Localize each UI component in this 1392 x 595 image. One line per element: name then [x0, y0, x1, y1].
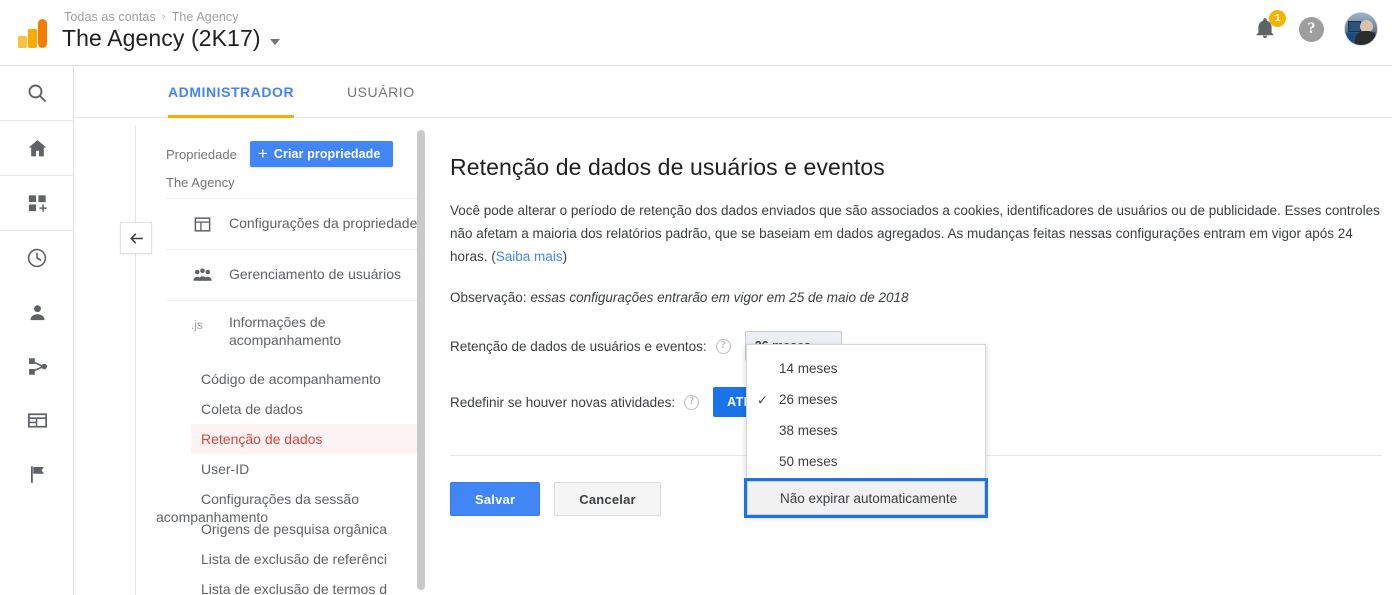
dropdown-option-38-meses[interactable]: 38 meses: [747, 415, 985, 446]
sub-item-data-collection[interactable]: Coleta de dados: [191, 394, 425, 424]
sidebar-item-audience[interactable]: [0, 285, 74, 339]
tracking-sub-menu: Código de acompanhamento Coleta de dados…: [191, 364, 425, 595]
top-bar: Todas as contas › The Agency The Agency …: [0, 0, 1392, 66]
dropdown-option-50-meses-label: 50 meses: [779, 454, 838, 469]
breadcrumb-current-account[interactable]: The Agency: [172, 10, 239, 24]
breadcrumb: Todas as contas › The Agency: [64, 10, 239, 24]
account-title[interactable]: The Agency (2K17): [62, 25, 280, 52]
plus-icon: +: [257, 144, 268, 163]
tab-usuario[interactable]: USUÁRIO: [347, 66, 415, 118]
sidebar-item-customization[interactable]: [0, 176, 74, 230]
js-icon: .js: [191, 314, 213, 336]
observation-label: Observação:: [450, 290, 527, 305]
sidebar-item-conversions[interactable]: [0, 447, 74, 501]
sub-item-session-settings[interactable]: Configurações da sessão: [191, 484, 425, 514]
sidebar-item-acquisition[interactable]: [0, 339, 74, 393]
top-bar-actions: 1 ?: [1253, 10, 1378, 46]
table-card-icon: [27, 412, 47, 428]
sidebar-item-search[interactable]: [0, 66, 74, 120]
notification-count-badge: 1: [1269, 10, 1286, 27]
property-panel: Propriedade + Criar propriedade The Agen…: [135, 126, 425, 595]
help-circle-icon[interactable]: ?: [715, 338, 731, 354]
help-icon-glyph: ?: [1307, 20, 1316, 37]
property-menu-item-user-management[interactable]: Gerenciamento de usuários: [166, 249, 425, 300]
check-icon: ✓: [757, 392, 768, 407]
chevron-down-icon: [269, 38, 280, 45]
property-menu-item-settings[interactable]: Configurações da propriedade: [166, 198, 425, 249]
page-title: Retenção de dados de usuários e eventos: [450, 154, 885, 180]
left-icon-rail: [0, 66, 74, 595]
dropdown-option-14-meses[interactable]: 14 meses: [747, 353, 985, 384]
sidebar-item-behavior[interactable]: [0, 393, 74, 447]
google-analytics-admin-page: Todas as contas › The Agency The Agency …: [0, 0, 1392, 595]
observation-note: Observação: essas configurações entrarão…: [450, 290, 1385, 305]
description-text: Você pode alterar o período de retenção …: [450, 203, 1380, 264]
dashboard-add-icon: [28, 194, 47, 212]
observation-text: essas configurações entrarão em vigor em…: [530, 290, 909, 305]
description-tail: ): [562, 249, 568, 264]
tab-administrador-label: ADMINISTRADOR: [168, 84, 295, 100]
dropdown-option-nao-expirar-automaticamente[interactable]: Não expirar automaticamente: [744, 478, 988, 518]
collapse-panel-back-button[interactable]: [120, 222, 152, 254]
dropdown-option-50-meses[interactable]: 50 meses: [747, 446, 985, 477]
sub-item-search-term-exclusion-list[interactable]: Lista de exclusão de termos d pesquisa: [191, 574, 401, 595]
sub-item-organic-search-sources[interactable]: Origens de pesquisa orgânica: [191, 514, 425, 544]
property-menu-item-tracking-info[interactable]: .js Informações de acompanhamento: [166, 300, 425, 352]
sub-item-referral-exclusion-list[interactable]: Lista de exclusão de referênci: [191, 544, 425, 574]
create-property-label: Criar propriedade: [273, 147, 381, 161]
create-property-button[interactable]: + Criar propriedade: [249, 141, 394, 167]
home-icon: [28, 139, 46, 156]
cancel-button[interactable]: Cancelar: [554, 482, 661, 516]
property-header: Propriedade + Criar propriedade: [166, 141, 394, 167]
dropdown-option-14-meses-label: 14 meses: [779, 361, 838, 376]
property-menu-item-user-management-label: Gerenciamento de usuários: [229, 266, 401, 283]
breadcrumb-separator-icon: ›: [161, 11, 166, 23]
retention-dropdown-menu: 14 meses ✓ 26 meses 38 meses 50 meses Nã…: [744, 344, 988, 518]
dropdown-option-nao-expirar-label: Não expirar automaticamente: [780, 490, 958, 506]
users-group-icon: [191, 264, 213, 286]
tab-bar: ADMINISTRADOR USUÁRIO: [75, 66, 1392, 118]
dropdown-option-26-meses-label: 26 meses: [779, 392, 838, 407]
retention-field-label: Retenção de dados de usuários e eventos:: [450, 338, 707, 354]
breadcrumb-all-accounts[interactable]: Todas as contas: [64, 10, 156, 24]
svg-text:.js: .js: [191, 318, 203, 332]
person-icon: [29, 304, 45, 320]
flag-icon: [30, 465, 44, 483]
sidebar-item-realtime[interactable]: [0, 231, 74, 285]
tab-usuario-label: USUÁRIO: [347, 84, 415, 100]
share-nodes-icon: [28, 357, 47, 375]
description-paragraph: Você pode alterar o período de retenção …: [450, 199, 1382, 268]
property-name: The Agency: [166, 175, 235, 190]
avatar[interactable]: [1344, 12, 1378, 46]
property-panel-scrollbar[interactable]: [417, 130, 425, 590]
property-menu: Configurações da propriedade Gerenciamen…: [166, 198, 425, 352]
google-analytics-logo[interactable]: [16, 16, 52, 50]
search-icon: [28, 84, 46, 102]
account-title-text: The Agency (2K17): [62, 25, 261, 51]
dropdown-option-38-meses-label: 38 meses: [779, 423, 838, 438]
clock-icon: [27, 248, 47, 268]
sub-item-data-retention[interactable]: Retenção de dados: [191, 424, 425, 454]
arrow-left-icon: [129, 232, 143, 244]
property-menu-item-tracking-info-label: Informações de acompanhamento: [229, 314, 342, 348]
sidebar-item-home[interactable]: [0, 121, 74, 175]
help-button[interactable]: ?: [1299, 16, 1324, 42]
notifications-button[interactable]: 1: [1253, 10, 1286, 43]
property-settings-icon: [191, 213, 213, 235]
learn-more-link[interactable]: Saiba mais: [496, 249, 563, 264]
tab-administrador[interactable]: ADMINISTRADOR: [168, 66, 295, 118]
dropdown-option-26-meses[interactable]: ✓ 26 meses: [747, 384, 985, 415]
sub-item-user-id[interactable]: User-ID: [191, 454, 425, 484]
reset-field-label: Redefinir se houver novas atividades:: [450, 394, 676, 410]
save-button[interactable]: Salvar: [450, 482, 541, 516]
sub-item-tracking-code[interactable]: Código de acompanhamento: [191, 364, 425, 394]
help-circle-icon[interactable]: ?: [684, 394, 700, 410]
property-section-label: Propriedade: [166, 146, 237, 162]
avatar-body: [1355, 31, 1377, 45]
property-menu-item-settings-label: Configurações da propriedade: [229, 215, 418, 232]
